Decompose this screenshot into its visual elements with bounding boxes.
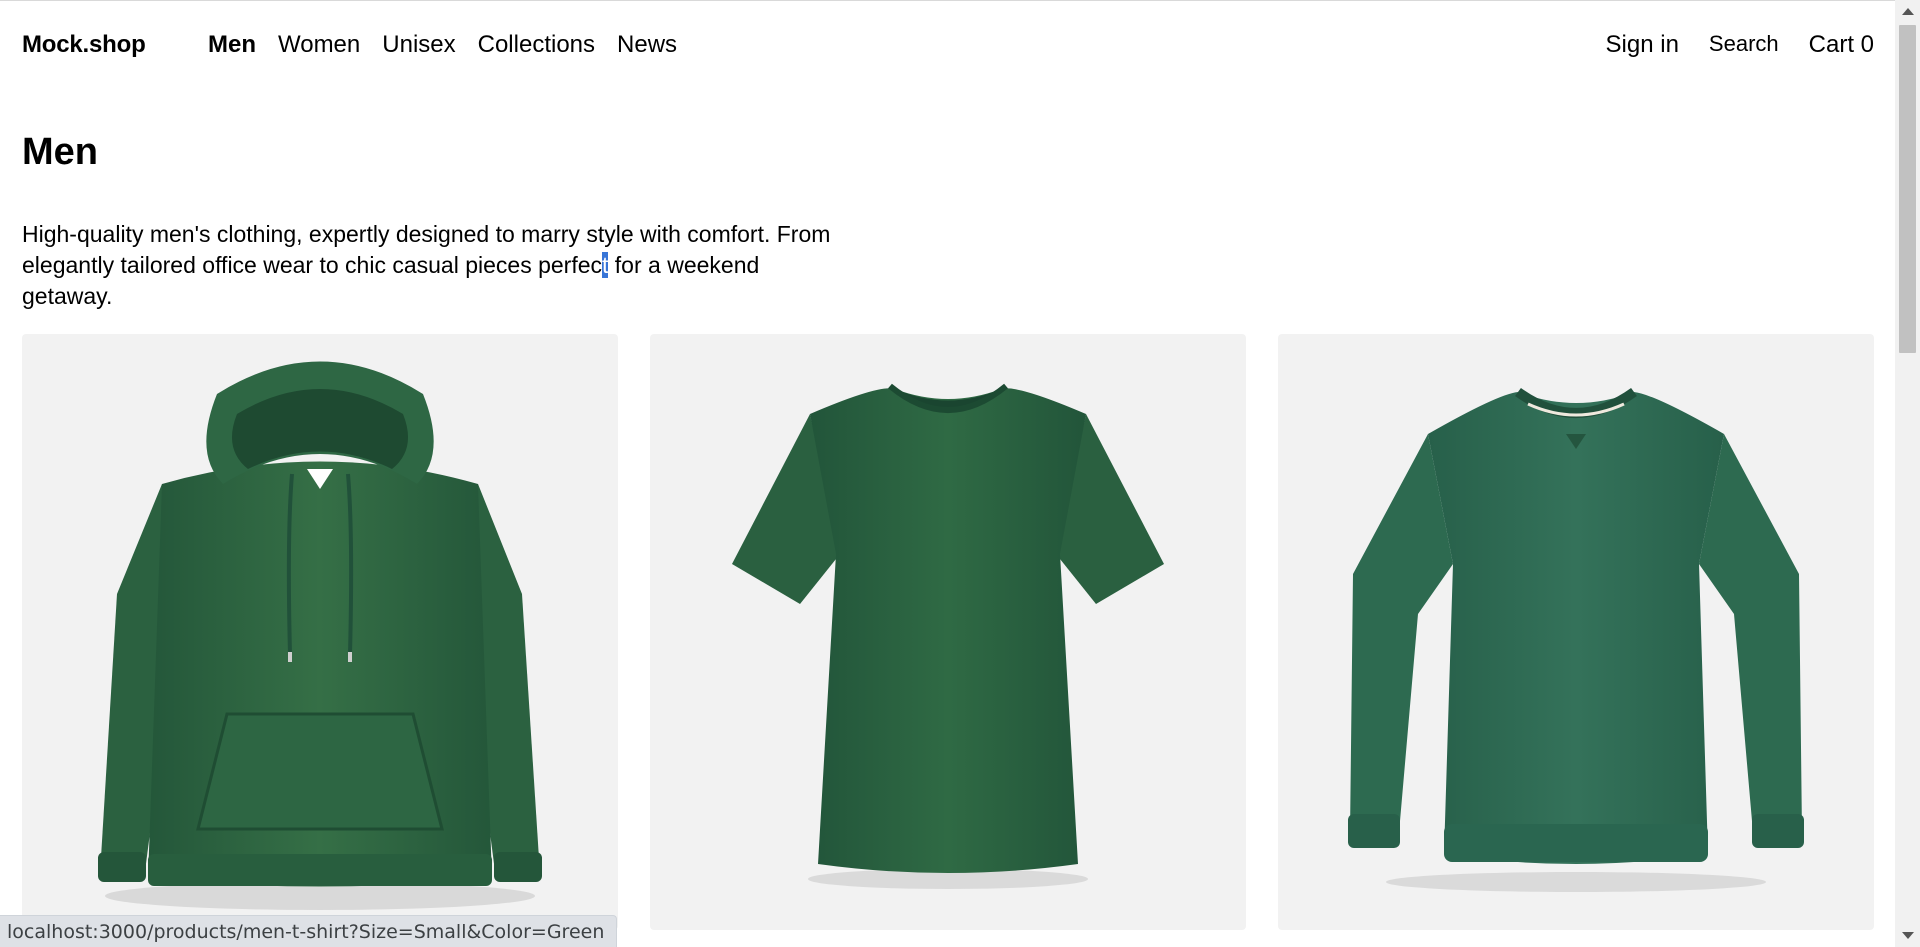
nav-unisex[interactable]: Unisex [382,31,455,59]
account-nav: Sign in Search Cart 0 [1606,31,1874,59]
scroll-down-arrow-icon[interactable] [1902,932,1914,939]
scrollbar-thumb[interactable] [1899,25,1916,353]
product-card-hoodie[interactable] [22,334,618,930]
nav-men[interactable]: Men [208,31,256,59]
nav-collections[interactable]: Collections [478,31,595,59]
scroll-up-arrow-icon[interactable] [1902,8,1914,15]
product-card-t-shirt[interactable] [650,334,1246,930]
sign-in-link[interactable]: Sign in [1606,31,1679,59]
nav-women[interactable]: Women [278,31,360,59]
main-nav: Men Women Unisex Collections News [208,31,677,59]
site-logo[interactable]: Mock.shop [22,31,146,59]
green-crewneck-sweatshirt-image [1348,387,1804,892]
product-card-sweatshirt[interactable] [1278,334,1874,930]
vertical-scrollbar[interactable] [1895,0,1920,947]
link-status-bar: localhost:3000/products/men-t-shirt?Size… [0,915,618,947]
green-hoodie-image [98,361,542,910]
search-link[interactable]: Search [1709,31,1779,59]
nav-news[interactable]: News [617,31,677,59]
site-header: Mock.shop Men Women Unisex Collections N… [22,28,1874,62]
cart-link[interactable]: Cart 0 [1809,31,1874,59]
collection-description: High-quality men's clothing, expertly de… [22,219,852,312]
window-top-border [0,0,1920,1]
page-title: Men [22,131,98,173]
green-t-shirt-image [732,383,1164,889]
